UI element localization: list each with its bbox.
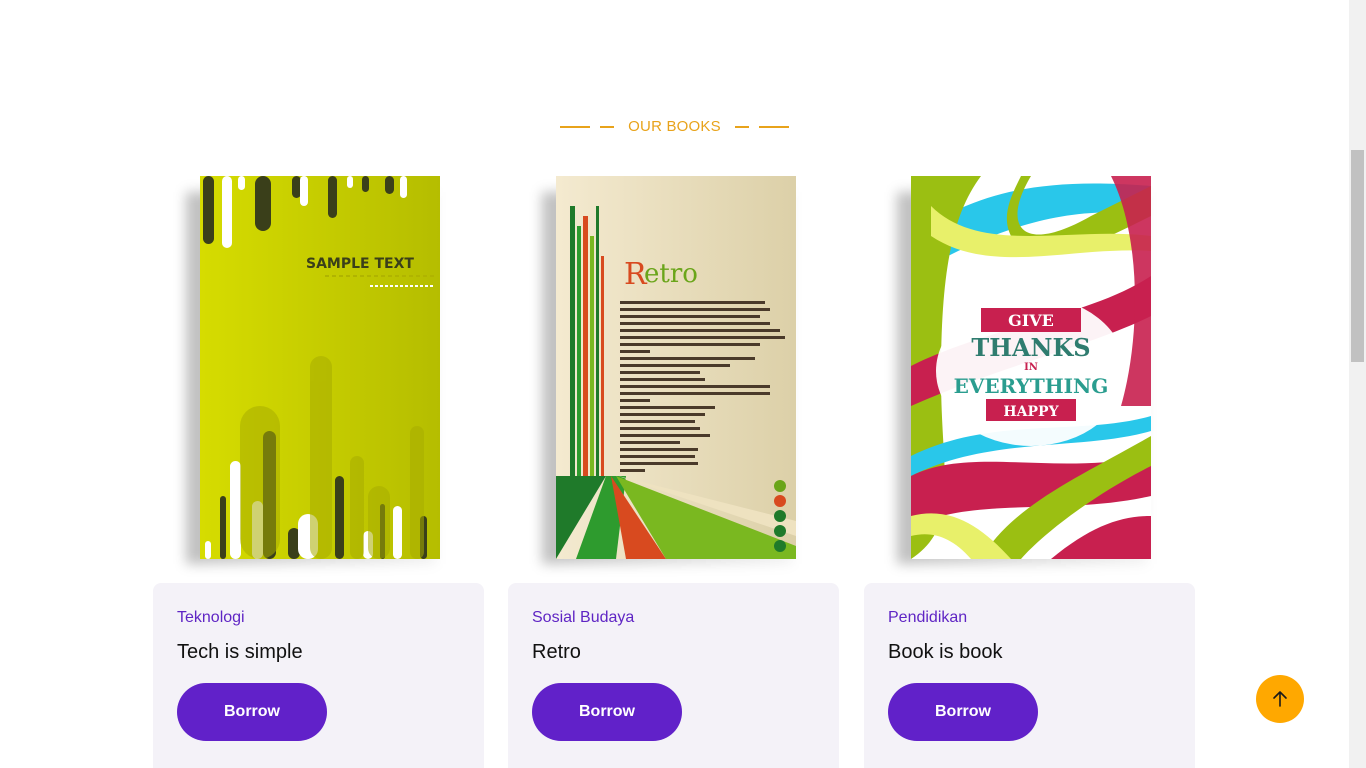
section-heading: OUR BOOKS (0, 118, 1349, 135)
book-category[interactable]: Pendidikan (888, 609, 1171, 627)
book-cover-3[interactable]: GIVE THANKS IN EVERYTHING HAPPY (897, 172, 1171, 567)
arrow-up-icon (1273, 691, 1287, 707)
page: OUR BOOKS SAMPLE TEXT R etro GIVE THANKS… (0, 0, 1349, 768)
page-scrollbar[interactable] (1349, 0, 1366, 768)
heading-line-left-long (560, 125, 591, 128)
svg-text:GIVE: GIVE (1008, 311, 1054, 330)
borrow-button[interactable]: Borrow (177, 683, 327, 741)
back-to-top-button[interactable] (1256, 675, 1304, 723)
section-title: OUR BOOKS (628, 118, 721, 135)
book-cover-2[interactable]: R etro (542, 172, 816, 567)
book-card-3: Pendidikan Book is book Borrow (864, 583, 1195, 768)
book-cover-image: SAMPLE TEXT (200, 176, 440, 559)
book-title[interactable]: Tech is simple (177, 641, 460, 664)
svg-text:EVERYTHING: EVERYTHING (954, 374, 1109, 398)
svg-text:THANKS: THANKS (971, 333, 1090, 362)
retro-cover-title: etro (644, 259, 698, 289)
svg-text:SAMPLE TEXT: SAMPLE TEXT (306, 256, 414, 272)
borrow-button[interactable]: Borrow (888, 683, 1038, 741)
svg-text:IN: IN (1024, 362, 1038, 373)
book-cover-1[interactable]: SAMPLE TEXT (186, 172, 460, 567)
heading-line-left-short (600, 125, 615, 128)
book-card-2: Sosial Budaya Retro Borrow (508, 583, 839, 768)
scrollbar-thumb[interactable] (1351, 150, 1364, 362)
heading-line-right-long (758, 125, 789, 128)
book-title[interactable]: Retro (532, 641, 815, 664)
book-category[interactable]: Teknologi (177, 609, 460, 627)
book-title[interactable]: Book is book (888, 641, 1171, 664)
book-card-1: Teknologi Tech is simple Borrow (153, 583, 484, 768)
book-cover-image: GIVE THANKS IN EVERYTHING HAPPY (911, 176, 1151, 559)
book-cover-image: R etro (556, 176, 796, 559)
svg-text:HAPPY: HAPPY (1003, 404, 1059, 420)
book-category[interactable]: Sosial Budaya (532, 609, 815, 627)
borrow-button[interactable]: Borrow (532, 683, 682, 741)
heading-line-right-short (734, 125, 749, 128)
